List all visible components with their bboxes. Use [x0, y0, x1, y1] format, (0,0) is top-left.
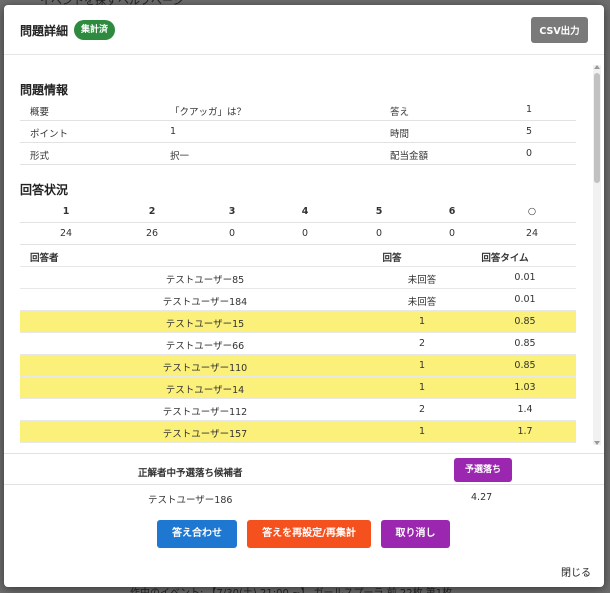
- choice-count: 0: [448, 228, 456, 239]
- answer-user: テストユーザー85: [165, 275, 245, 286]
- answers-header-user: 回答者: [30, 253, 59, 264]
- modal-scroll-area[interactable]: 問題情報 概要 「クアッガ」は？ 答え 1 ポイント 1 時間 5 形式 択一 配当金額 0 回答状況…: [4, 55, 604, 450]
- answer-user: テストユーザー66: [165, 341, 245, 352]
- answer-row: テストユーザー14 1 1.03: [20, 377, 576, 399]
- candidate-row: テストユーザー186 4.27: [4, 486, 604, 508]
- scroll-down-icon[interactable]: [594, 441, 600, 445]
- answer-row: テストユーザー66 2 0.85: [20, 333, 576, 355]
- reset-recount-button[interactable]: 答えを再設定/再集計: [247, 520, 371, 548]
- answer-time: 1.4: [517, 404, 533, 415]
- answer-time: 0.85: [514, 360, 536, 371]
- answer-user: テストユーザー112: [162, 407, 248, 418]
- answer-choice: 1: [418, 360, 426, 371]
- info-label: 概要: [30, 107, 50, 118]
- answer-time: 0.01: [514, 294, 536, 305]
- answer-row: テストユーザー110 1 0.85: [20, 355, 576, 377]
- answer-row: テストユーザー15 1 0.85: [20, 311, 576, 333]
- answer-choice: 1: [418, 426, 426, 437]
- candidate-user: テストユーザー186: [148, 495, 233, 506]
- cancel-button[interactable]: 取り消し: [381, 520, 450, 548]
- scroll-up-icon[interactable]: [594, 65, 600, 69]
- choice-count: 24: [525, 228, 539, 239]
- answer-choice: 1: [418, 316, 426, 327]
- info-row: 形式 択一 配当金額 0: [20, 143, 576, 165]
- answer-row: テストユーザー184 未回答 0.01: [20, 289, 576, 311]
- scrollbar[interactable]: [593, 65, 601, 445]
- choice-label: 1: [62, 206, 70, 217]
- choice-label: ○: [527, 206, 537, 217]
- modal-header: 問題詳細 集計済 CSV出力: [4, 5, 604, 55]
- scrollbar-thumb[interactable]: [594, 73, 600, 183]
- choice-count: 0: [375, 228, 383, 239]
- info-row: ポイント 1 時間 5: [20, 121, 576, 143]
- answer-row: テストユーザー85 未回答 0.01: [20, 267, 576, 289]
- info-label: 配当金額: [390, 151, 429, 162]
- choice-count: 0: [228, 228, 236, 239]
- candidate-time: 4.27: [471, 492, 493, 503]
- answer-status-title: 回答状況: [20, 183, 69, 197]
- choice-label: 4: [301, 206, 309, 217]
- answer-choice: 2: [418, 338, 426, 349]
- info-label: 時間: [390, 129, 410, 140]
- info-value: 「クアッガ」は？: [170, 107, 247, 118]
- info-value: 5: [526, 126, 533, 137]
- answer-time: 0.85: [514, 338, 536, 349]
- choice-header-row: 1 2 3 4 5 6 ○: [20, 201, 576, 223]
- answer-choice: 2: [418, 404, 426, 415]
- answer-choice: 1: [418, 382, 426, 393]
- close-button[interactable]: 閉じる: [561, 564, 591, 579]
- answers-header-time: 回答タイム: [481, 253, 529, 264]
- modal-title: 問題詳細: [20, 24, 69, 38]
- answer-user: テストユーザー15: [165, 319, 245, 330]
- answer-time: 0.01: [514, 272, 536, 283]
- answers-header-row: 回答者 回答 回答タイム: [20, 245, 576, 267]
- answer-choice: 未回答: [407, 297, 437, 308]
- info-value: 0: [526, 148, 533, 159]
- csv-export-button[interactable]: CSV出力: [531, 17, 588, 43]
- choice-count-row: 24 26 0 0 0 0 24: [20, 223, 576, 245]
- answer-user: テストユーザー157: [162, 429, 248, 440]
- candidates-label: 正解者中予選落ち候補者: [138, 468, 243, 479]
- elimination-button[interactable]: 予選落ち: [454, 458, 512, 482]
- question-info-title: 問題情報: [20, 83, 69, 97]
- choice-count: 26: [145, 228, 159, 239]
- info-row: 概要 「クアッガ」は？ 答え 1: [20, 99, 576, 121]
- answer-user: テストユーザー184: [162, 297, 248, 308]
- choice-label: 2: [148, 206, 156, 217]
- answers-header-answer: 回答: [382, 253, 402, 264]
- answer-user: テストユーザー110: [162, 363, 248, 374]
- choice-count: 0: [301, 228, 309, 239]
- info-label: 答え: [390, 107, 410, 118]
- answer-time: 1.7: [517, 426, 533, 437]
- choice-count: 24: [59, 228, 73, 239]
- answer-time: 0.85: [514, 316, 536, 327]
- info-label: 形式: [30, 151, 50, 162]
- choice-label: 5: [375, 206, 383, 217]
- answer-time: 1.03: [514, 382, 536, 393]
- info-value: 択一: [170, 151, 190, 162]
- info-label: ポイント: [30, 129, 69, 140]
- answer-user: テストユーザー14: [165, 385, 245, 396]
- answer-row: テストユーザー157 1 1.7: [20, 421, 576, 443]
- choice-label: 3: [228, 206, 236, 217]
- answer-match-button[interactable]: 答え合わせ: [157, 520, 237, 548]
- answer-row: テストユーザー112 2 1.4: [20, 399, 576, 421]
- status-badge: 集計済: [74, 20, 116, 40]
- choice-label: 6: [448, 206, 456, 217]
- candidates-header-row: 正解者中予選落ち候補者 予選落ち: [4, 453, 604, 485]
- info-value: 1: [170, 126, 177, 137]
- answer-choice: 未回答: [407, 275, 437, 286]
- question-detail-modal: 問題詳細 集計済 CSV出力 問題情報 概要 「クアッガ」は？ 答え 1 ポイント 1 時間…: [4, 5, 604, 587]
- info-value: 1: [526, 104, 533, 115]
